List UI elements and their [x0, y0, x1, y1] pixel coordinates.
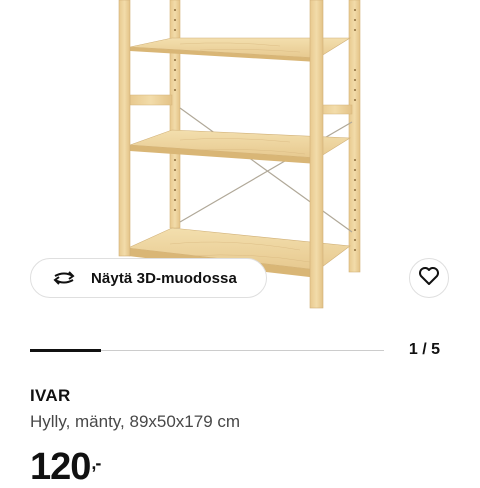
rotate-3d-icon — [51, 268, 77, 288]
price-decimal: ,- — [91, 453, 101, 473]
view-3d-button[interactable]: Näytä 3D-muodossa — [30, 258, 267, 298]
favorite-button[interactable] — [409, 258, 449, 298]
gallery-progress-fill — [30, 349, 101, 352]
heart-icon — [418, 266, 440, 291]
view-3d-label: Näytä 3D-muodossa — [91, 269, 237, 287]
gallery-progress-track — [30, 349, 384, 352]
price-whole: 120 — [30, 446, 91, 488]
product-description: Hylly, mänty, 89x50x179 cm — [30, 412, 241, 431]
product-price: 120,- — [30, 446, 101, 488]
product-name[interactable]: IVAR — [30, 386, 71, 406]
gallery-pager: 1 / 5 — [408, 341, 440, 358]
